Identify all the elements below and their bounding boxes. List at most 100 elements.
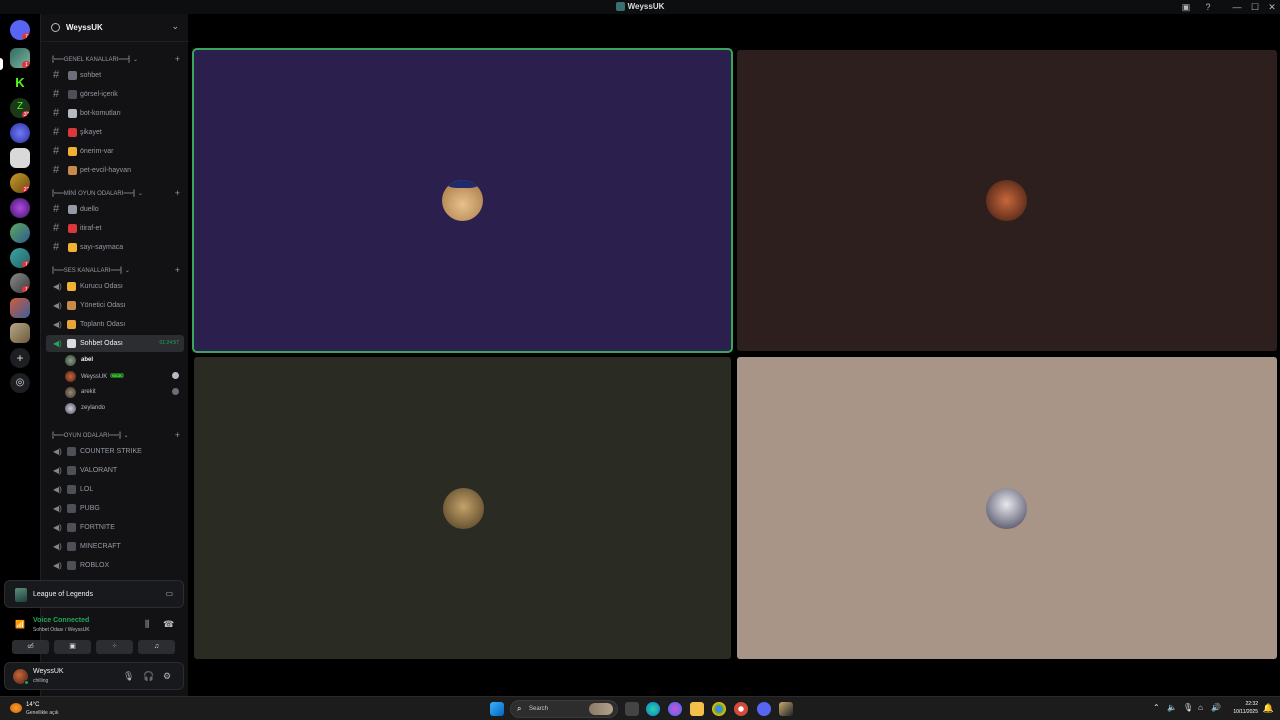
mention-badge: 1 — [22, 61, 30, 68]
disconnect-icon[interactable]: ☎ — [163, 619, 174, 630]
hash-icon: # — [53, 203, 60, 215]
microphone-icon[interactable]: 🎙 — [1183, 703, 1193, 712]
category-mini-oyun[interactable]: ╠══MİNİ OYUN ODALARI══╣ ⌄ + — [51, 188, 186, 200]
minimize-button[interactable]: — — [1230, 1, 1244, 13]
help-icon[interactable]: ? — [1201, 1, 1215, 13]
stage-tile-weyssuk[interactable] — [737, 50, 1277, 351]
camera-button[interactable]: ▭̸ — [12, 640, 49, 654]
soundboard-button[interactable]: ♫ — [138, 640, 175, 654]
stage-tile-zeylando[interactable] — [737, 357, 1277, 659]
channel-sohbet[interactable]: # sohbet — [46, 67, 184, 84]
add-channel-icon[interactable]: + — [175, 188, 180, 198]
server-header[interactable]: WeyssUK ⌄ — [41, 14, 189, 42]
server-sk-icon[interactable]: 22 — [10, 173, 30, 193]
speech-emoji-icon — [68, 71, 77, 80]
system-clock[interactable]: 22:32 10/11/2025 — [1233, 700, 1258, 716]
inbox-icon[interactable]: ▣ — [1179, 1, 1193, 13]
server-weyssuk-icon[interactable]: 1 — [10, 48, 30, 68]
category-ses[interactable]: ╠══SES KANALLARI══╣ ⌄ + — [51, 265, 186, 277]
server-s-icon[interactable] — [10, 123, 30, 143]
gamepad-emoji-icon — [67, 523, 76, 532]
maximize-button[interactable]: ☐ — [1248, 1, 1262, 13]
category-genel[interactable]: ╠══GENEL KANALLARI══╣ ⌄ + — [51, 54, 186, 66]
server-purple-icon[interactable] — [10, 198, 30, 218]
channel-pet-evcil-hayvan[interactable]: # pet-evcil-hayvan — [46, 162, 184, 179]
discord-taskbar-icon[interactable] — [757, 702, 771, 716]
voice-channel-path[interactable]: Sohbet Odası / WeyssUK — [33, 627, 90, 633]
league-client-icon[interactable] — [779, 702, 793, 716]
server-statue-icon[interactable] — [10, 323, 30, 343]
chrome-icon[interactable] — [712, 702, 726, 716]
chevron-up-icon[interactable]: ⌃ — [1153, 703, 1160, 712]
avatar — [65, 371, 76, 382]
headphones-icon[interactable]: 🎧 — [143, 671, 154, 682]
add-server-icon[interactable]: + — [10, 348, 30, 368]
close-button[interactable]: ✕ — [1265, 1, 1279, 13]
hash-icon: # — [53, 164, 60, 176]
edge-icon[interactable] — [646, 702, 660, 716]
start-icon[interactable] — [490, 702, 504, 716]
voice-channel-lol[interactable]: ◀) LOL — [46, 481, 184, 498]
category-oyun[interactable]: ╠══OYUN ODALARI══╣ ⌄ + — [51, 430, 186, 442]
server-fire-icon[interactable] — [10, 298, 30, 318]
voice-connected-label[interactable]: Voice Connected — [33, 617, 89, 624]
stage-tile-abel[interactable] — [192, 48, 733, 353]
server-teal-icon[interactable]: 1 — [10, 248, 30, 268]
channel-duello[interactable]: # duello — [46, 201, 184, 218]
avatar — [65, 355, 76, 366]
kick-server-icon[interactable]: K — [10, 73, 30, 93]
speaker-icon[interactable]: 🔈 — [1167, 703, 1177, 712]
notification-bell-icon[interactable]: 🔔 — [1263, 703, 1274, 714]
voice-channel-fortnite[interactable]: ◀) FORTNITE — [46, 519, 184, 536]
settings-gear-icon[interactable]: ⚙ — [163, 671, 171, 682]
channel-bot-komutlari[interactable]: # bot-komutları — [46, 105, 184, 122]
voice-channel-kurucu[interactable]: ◀) Kurucu Odası — [46, 278, 184, 295]
voice-channel-counter-strike[interactable]: ◀) COUNTER STRIKE — [46, 443, 184, 460]
server-z-icon[interactable]: Z 33 — [10, 98, 30, 118]
noise-suppression-icon[interactable]: ⫼ — [145, 619, 149, 630]
server-gray-icon[interactable]: 1 — [10, 273, 30, 293]
voice-channel-sohbet[interactable]: ◀) Sohbet Odası 01:24:57 — [46, 335, 184, 352]
screen-share-button[interactable]: ▣ — [54, 640, 91, 654]
voice-channel-toplanti[interactable]: ◀) Toplantı Odası — [46, 316, 184, 333]
voice-user-abel[interactable]: abel — [65, 353, 183, 368]
file-explorer-icon[interactable] — [690, 702, 704, 716]
add-channel-icon[interactable]: + — [175, 430, 180, 440]
voice-user-arekit[interactable]: arekit — [65, 385, 183, 400]
channel-onerim-var[interactable]: # önerim-var — [46, 143, 184, 160]
copilot-icon[interactable] — [668, 702, 682, 716]
server-landscape-icon[interactable] — [10, 223, 30, 243]
voice-user-zeylando[interactable]: zeylando — [65, 401, 183, 416]
user-panel[interactable]: WeyssUK chilling 🎙 🎧 ⚙ — [4, 662, 184, 690]
voice-channel-valorant[interactable]: ◀) VALORANT — [46, 462, 184, 479]
voice-channel-roblox[interactable]: ◀) ROBLOX — [46, 557, 184, 574]
task-view-icon[interactable] — [625, 702, 639, 716]
kick-tag-badge: KICK — [110, 373, 125, 378]
signal-icon[interactable]: 📶 — [15, 620, 25, 629]
speaker-icon: ◀) — [53, 339, 62, 348]
add-channel-icon[interactable]: + — [175, 265, 180, 275]
volume-icon[interactable]: 🔊 — [1211, 703, 1221, 712]
taskbar-search[interactable]: ⌕ Search — [510, 700, 618, 718]
speaker-icon: ◀) — [53, 466, 62, 475]
discord-home-icon[interactable]: 7 — [10, 20, 30, 40]
opera-icon[interactable] — [734, 702, 748, 716]
voice-channel-pubg[interactable]: ◀) PUBG — [46, 500, 184, 517]
microphone-icon[interactable]: 🎙 — [123, 671, 134, 682]
gamepad-emoji-icon — [67, 466, 76, 475]
discover-icon[interactable]: ◎ — [10, 373, 30, 393]
network-icon[interactable]: ⌂ — [1198, 703, 1203, 712]
voice-channel-yonetici[interactable]: ◀) Yönetici Odası — [46, 297, 184, 314]
activities-button[interactable]: ⁘ — [96, 640, 133, 654]
add-channel-icon[interactable]: + — [175, 54, 180, 64]
channel-itiraf-et[interactable]: # itiraf-et — [46, 220, 184, 237]
stage-tile-arekit[interactable] — [194, 357, 731, 659]
voice-channel-minecraft[interactable]: ◀) MINECRAFT — [46, 538, 184, 555]
channel-sayi-saymaca[interactable]: # sayı-saymaca — [46, 239, 184, 256]
channel-sikayet[interactable]: # şikayet — [46, 124, 184, 141]
voice-user-weyssuk[interactable]: WeyssUK KICK — [65, 369, 183, 384]
weather-widget[interactable]: 14°C Genellikle açık — [8, 700, 88, 718]
discord-app: WeyssUK ▣ ? — ☐ ✕ 7 1 K Z 33 22 1 1 + ◎ W… — [0, 0, 1280, 696]
channel-gorsel-icerik[interactable]: # görsel-içerik — [46, 86, 184, 103]
server-white-icon[interactable] — [10, 148, 30, 168]
